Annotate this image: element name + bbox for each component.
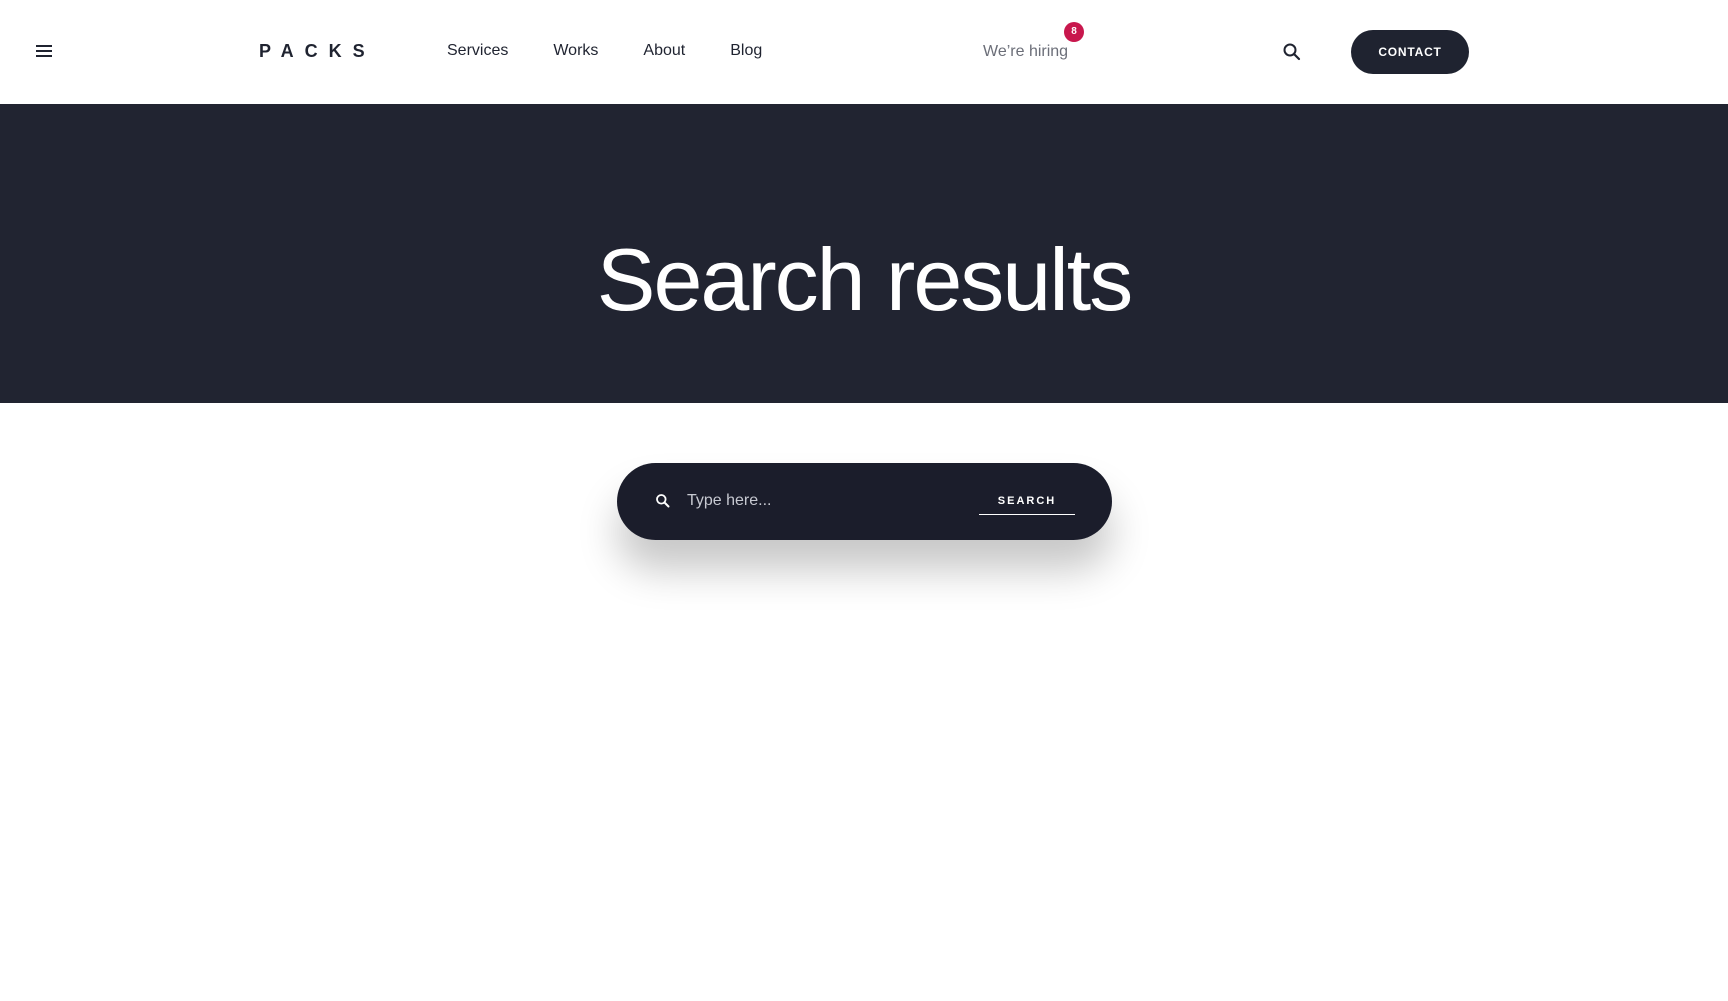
search-icon-graphic [1283,43,1301,61]
search-icon[interactable] [1282,42,1302,62]
hero-banner: Search results [0,104,1728,403]
contact-button[interactable]: CONTACT [1351,30,1469,74]
hamburger-menu-icon[interactable] [36,44,54,58]
nav-item-blog[interactable]: Blog [730,40,762,62]
search-form: SEARCH [617,463,1112,540]
hiring-count-badge: 8 [1064,22,1084,42]
site-logo[interactable]: PACKS [259,40,376,62]
nav-item-works[interactable]: Works [553,40,598,62]
hiring-link[interactable]: We’re hiring [983,41,1068,63]
search-icon-graphic [656,494,670,508]
nav-item-about[interactable]: About [643,40,685,62]
search-input[interactable] [687,485,967,517]
nav-item-services[interactable]: Services [447,40,508,62]
search-submit-button[interactable]: SEARCH [979,487,1075,515]
site-header: PACKS Services Works About Blog We’re hi… [0,0,1728,104]
search-icon [655,493,671,509]
menu-line [36,45,52,47]
main-nav: Services Works About Blog [447,40,807,62]
menu-line [36,50,52,52]
page-title: Search results [596,230,1133,329]
menu-line [36,55,52,57]
